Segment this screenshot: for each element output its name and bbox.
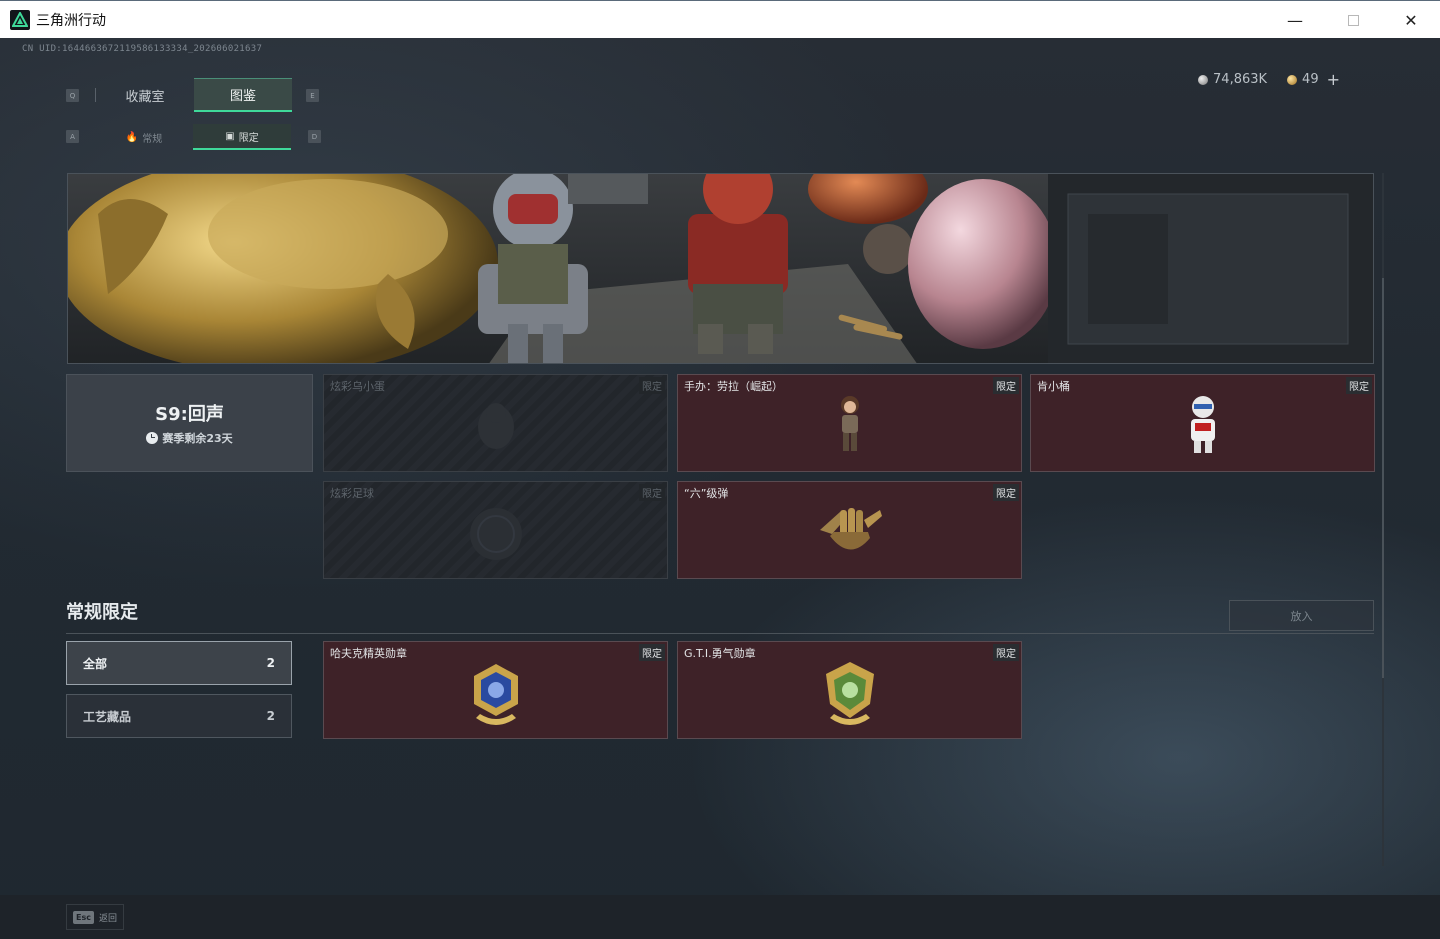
picture-icon: ▣: [225, 130, 235, 142]
section-divider: [66, 633, 1374, 634]
card-name: 炫彩乌小蛋: [330, 380, 385, 393]
card-name: 手办：劳拉（崛起）: [684, 380, 783, 393]
subtab-limited-label: 限定: [238, 132, 259, 144]
maximize-button[interactable]: [1324, 1, 1382, 39]
add-currency-button[interactable]: +: [1327, 70, 1340, 89]
limited-tag: 限定: [993, 644, 1019, 661]
filter-label: 工艺藏品: [83, 709, 132, 724]
season-title: S9:回声: [155, 404, 224, 425]
filter-count: 2: [266, 656, 275, 670]
card-name: G.T.I.勇气勋章: [684, 647, 756, 660]
card-name: 哈夫克精英勋章: [330, 647, 407, 660]
subtab-regular-label: 常规: [142, 133, 163, 145]
season-remaining-text: 赛季剩余23天: [162, 432, 233, 445]
subtab-regular[interactable]: 🔥 常规: [95, 124, 193, 150]
limited-tag: 限定: [639, 377, 665, 394]
section-title: 常规限定: [66, 602, 138, 623]
card-name: 肯小桶: [1037, 380, 1070, 393]
limited-tag: 限定: [993, 484, 1019, 501]
key-hint-d: D: [308, 130, 321, 143]
collectible-card-gti-medal[interactable]: G.T.I.勇气勋章 限定: [677, 641, 1022, 739]
collectible-card-haavk-medal[interactable]: 哈夫克精英勋章 限定: [323, 641, 668, 739]
collectible-card-football[interactable]: 炫彩足球 限定: [323, 481, 668, 579]
haavk-medal-icon: [473, 664, 518, 725]
filter-craft-collectibles[interactable]: 工艺藏品 2: [66, 694, 292, 738]
collectible-card-bullet[interactable]: “六”级弹 限定: [677, 481, 1022, 579]
key-hint-q: Q: [66, 89, 79, 102]
gold-currency[interactable]: 49 +: [1287, 70, 1340, 89]
bottom-bar: Esc 返回: [0, 895, 1440, 939]
key-hint-a: A: [66, 130, 79, 143]
maximize-icon: [1347, 14, 1359, 26]
silver-coin-icon: [1198, 74, 1209, 85]
main-tabs: 收藏室 图鉴: [95, 78, 292, 112]
gold-amount: 49: [1302, 72, 1319, 87]
tab-collection-room[interactable]: 收藏室: [96, 78, 194, 112]
game-viewport: CN UID:1644663672119586133334_2026060216…: [0, 38, 1440, 939]
minimize-button[interactable]: —: [1266, 1, 1324, 39]
limited-tag: 限定: [1346, 377, 1372, 394]
gti-medal-icon: [825, 662, 874, 725]
limited-tag: 限定: [639, 644, 665, 661]
back-button[interactable]: Esc 返回: [66, 904, 124, 930]
tab-catalog[interactable]: 图鉴: [194, 78, 292, 112]
lara-figure-icon: [840, 396, 859, 451]
collectible-card-kfc[interactable]: 肯小桶 限定: [1030, 374, 1375, 472]
close-button[interactable]: ✕: [1382, 1, 1440, 39]
bullet-hand-icon: [819, 508, 882, 550]
subtab-limited[interactable]: ▣ 限定: [193, 124, 291, 150]
app-logo-icon: [10, 9, 30, 30]
egg-figure-icon: [477, 403, 514, 449]
football-icon: [469, 508, 522, 560]
filter-label: 全部: [83, 656, 108, 671]
season-info-card: S9:回声 赛季剩余23天: [66, 374, 313, 472]
scrollbar-thumb[interactable]: [1382, 278, 1384, 678]
bucket-figure-icon: [1190, 396, 1215, 453]
banner-illustration: [68, 174, 1373, 363]
season-remaining: 赛季剩余23天: [146, 430, 233, 446]
season-banner: [67, 173, 1374, 364]
sub-tabs: 🔥 常规 ▣ 限定: [95, 124, 291, 150]
filter-count: 2: [266, 709, 275, 723]
window-titlebar: 三角洲行动 — ✕: [0, 0, 1440, 38]
silver-amount: 74,863K: [1213, 72, 1268, 87]
silver-currency: 74,863K: [1198, 72, 1267, 87]
clock-icon: [146, 432, 159, 444]
limited-tag: 限定: [639, 484, 665, 501]
close-icon: ✕: [1404, 10, 1418, 30]
currency-bar: 74,863K 49 +: [1198, 70, 1340, 89]
limited-tag: 限定: [993, 377, 1019, 394]
filter-all[interactable]: 全部 2: [66, 641, 292, 685]
flame-icon: 🔥: [125, 131, 139, 143]
collectible-card-lara[interactable]: 手办：劳拉（崛起） 限定: [677, 374, 1022, 472]
back-label: 返回: [98, 913, 117, 924]
minimize-icon: —: [1287, 10, 1303, 30]
card-name: “六”级弹: [684, 487, 729, 500]
player-uid: CN UID:1644663672119586133334_2026060216…: [22, 44, 263, 54]
place-button[interactable]: 放入: [1229, 600, 1374, 631]
gold-coin-icon: [1287, 74, 1298, 85]
window-title: 三角洲行动: [36, 12, 106, 29]
card-name: 炫彩足球: [330, 487, 374, 500]
key-hint-e: E: [306, 89, 319, 102]
esc-key-hint: Esc: [73, 910, 94, 924]
collectible-card-egg[interactable]: 炫彩乌小蛋 限定: [323, 374, 668, 472]
